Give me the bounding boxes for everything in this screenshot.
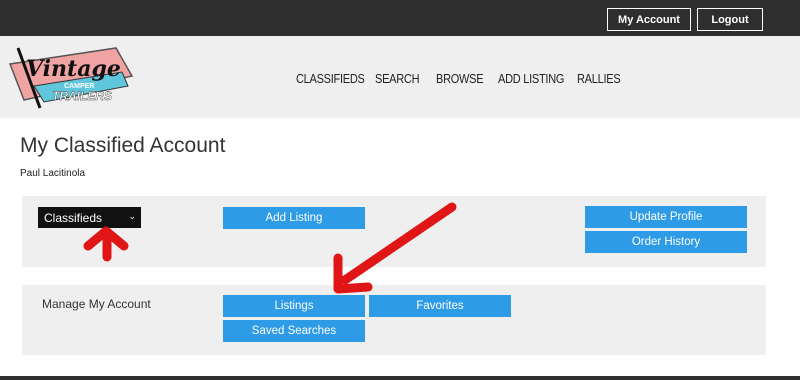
user-name: Paul Lacitinola [20, 168, 86, 179]
main-nav: CLASSIFIEDS SEARCH BROWSE ADD LISTING RA… [0, 36, 800, 118]
add-listing-button[interactable]: Add Listing [223, 207, 365, 229]
page-title: My Classified Account [20, 134, 226, 157]
section-select[interactable]: Classifieds ⌄ [38, 207, 141, 228]
bottom-divider [0, 376, 800, 380]
nav-search[interactable]: SEARCH [375, 72, 420, 86]
top-bar: My Account Logout [0, 0, 800, 36]
order-history-button[interactable]: Order History [585, 231, 747, 253]
nav-add-listing[interactable]: ADD LISTING [498, 72, 564, 86]
nav-rallies[interactable]: RALLIES [577, 72, 621, 86]
update-profile-button[interactable]: Update Profile [585, 206, 747, 228]
my-account-button[interactable]: My Account [607, 8, 691, 31]
site-header: Vintage CAMPER TRAILERS CLASSIFIEDS SEAR… [0, 36, 800, 118]
favorites-button[interactable]: Favorites [369, 295, 511, 317]
listings-button[interactable]: Listings [223, 295, 365, 317]
logout-button[interactable]: Logout [697, 8, 763, 31]
manage-account-label: Manage My Account [42, 297, 151, 311]
chevron-down-icon: ⌄ [128, 211, 136, 221]
section-select-value: Classifieds [44, 210, 103, 225]
nav-classifieds[interactable]: CLASSIFIEDS [296, 72, 365, 86]
saved-searches-button[interactable]: Saved Searches [223, 320, 365, 342]
nav-browse[interactable]: BROWSE [436, 72, 484, 86]
